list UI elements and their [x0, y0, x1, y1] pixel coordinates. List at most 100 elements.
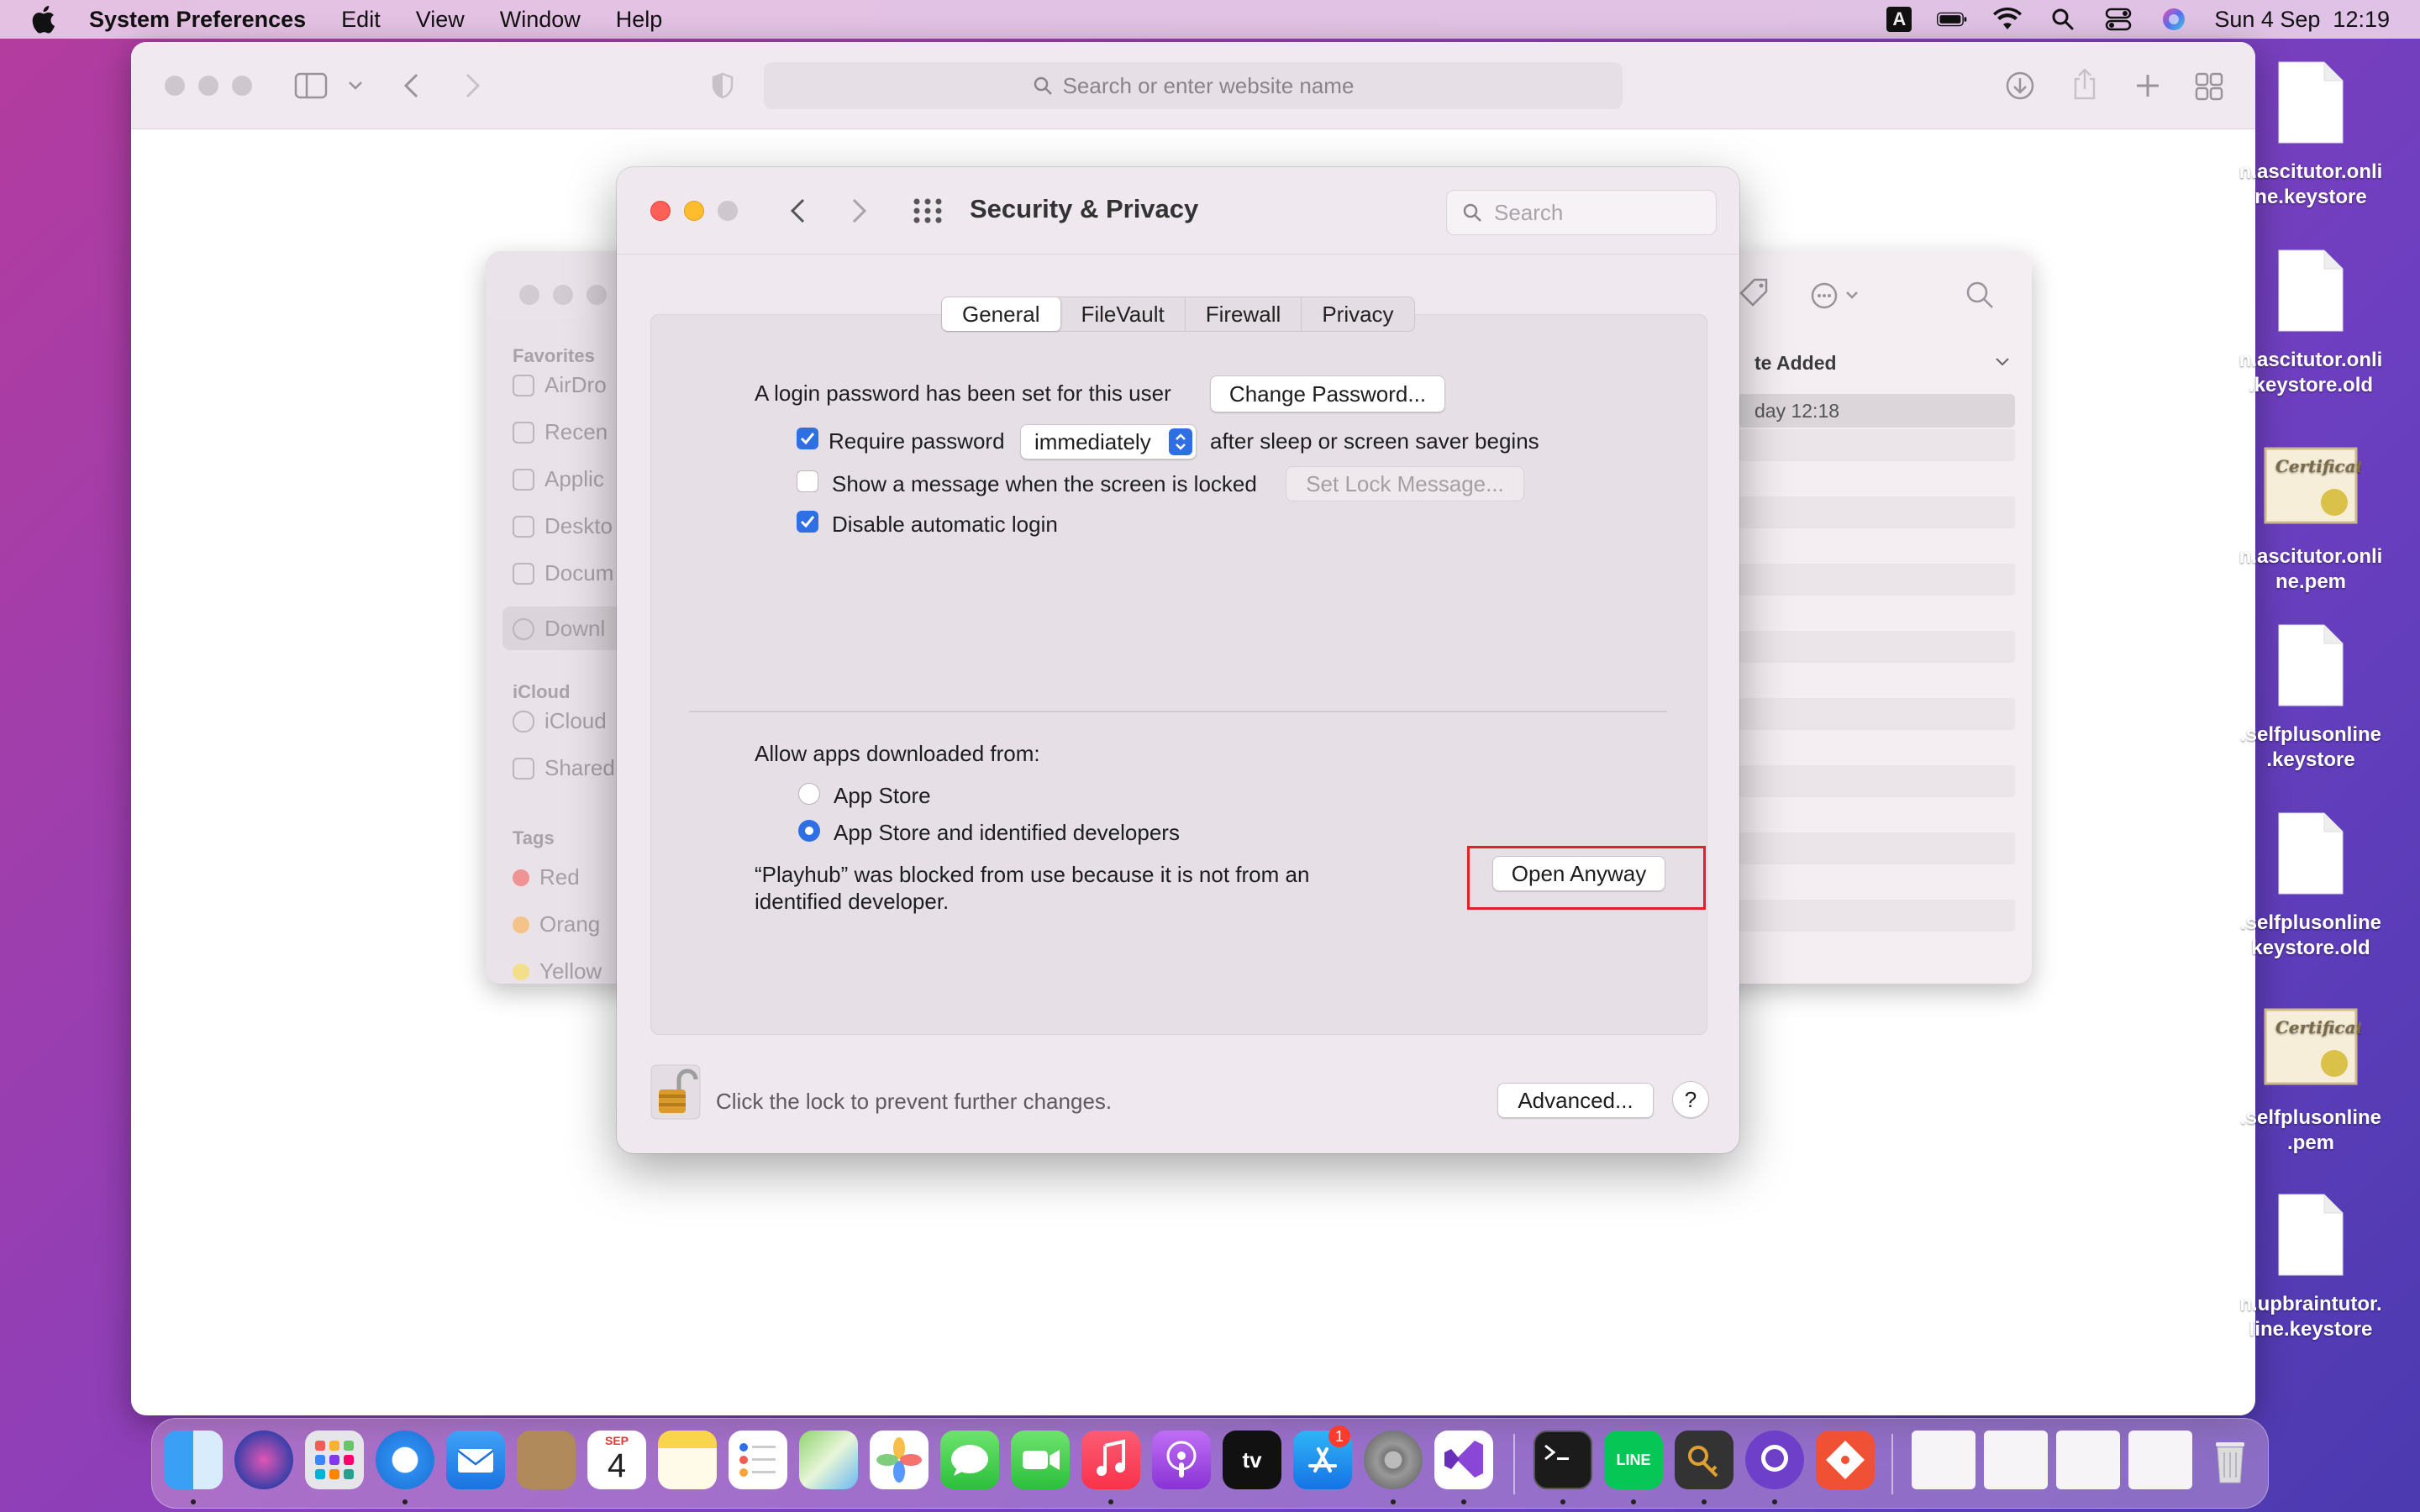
- table-row[interactable]: [1738, 832, 2015, 864]
- safari-dock-icon[interactable]: [376, 1431, 434, 1489]
- minimized-window-thumbnail[interactable]: [1984, 1431, 2048, 1489]
- battery-icon[interactable]: [1937, 7, 1967, 32]
- finder-item-recents[interactable]: Recen: [513, 419, 608, 445]
- finder-tag-yellow[interactable]: Yellow: [513, 958, 602, 984]
- finder-item-icloud-drive[interactable]: iCloud: [513, 708, 607, 734]
- apple-logo-icon[interactable]: [30, 5, 55, 34]
- finder-item-applications[interactable]: Applic: [513, 466, 604, 492]
- show-lock-message-checkbox[interactable]: [797, 470, 818, 492]
- forward-arrow-icon[interactable]: [850, 197, 869, 224]
- messages-dock-icon[interactable]: [940, 1431, 999, 1489]
- git-client-dock-icon[interactable]: [1816, 1431, 1875, 1489]
- more-actions-icon[interactable]: [1810, 281, 1864, 310]
- desktop-certificate-icon[interactable]: Certificate .selfplusonline .pem: [2235, 1005, 2386, 1156]
- siri-dock-icon[interactable]: [234, 1431, 293, 1489]
- disable-automatic-login-checkbox[interactable]: [797, 511, 818, 533]
- control-center-icon[interactable]: [2103, 7, 2133, 32]
- photos-dock-icon[interactable]: [870, 1431, 929, 1489]
- table-row[interactable]: [1738, 631, 2015, 663]
- privacy-shield-icon[interactable]: [711, 72, 734, 99]
- menu-view[interactable]: View: [416, 7, 465, 33]
- wifi-icon[interactable]: [1992, 7, 2023, 32]
- facetime-dock-icon[interactable]: [1011, 1431, 1070, 1489]
- table-row[interactable]: [1738, 765, 2015, 797]
- zoom-button[interactable]: [718, 201, 738, 221]
- tag-icon[interactable]: [1738, 276, 1771, 310]
- calendar-dock-icon[interactable]: SEP 4: [587, 1431, 646, 1489]
- tab-firewall[interactable]: Firewall: [1186, 297, 1302, 331]
- table-row[interactable]: [1738, 698, 2015, 730]
- desktop-file-icon[interactable]: .selfplusonline .keystore: [2235, 622, 2386, 773]
- desktop-file-icon[interactable]: n.ascitutor.onli .keystore.old: [2235, 247, 2386, 398]
- maps-dock-icon[interactable]: [799, 1431, 858, 1489]
- change-password-button[interactable]: Change Password...: [1210, 375, 1445, 412]
- contacts-dock-icon[interactable]: [517, 1431, 576, 1489]
- tab-filevault[interactable]: FileVault: [1061, 297, 1186, 331]
- finder-item-desktop[interactable]: Deskto: [513, 513, 613, 539]
- table-row[interactable]: [1738, 429, 2015, 461]
- finder-tag-orange[interactable]: Orang: [513, 911, 600, 937]
- safari-zoom-button[interactable]: [232, 76, 252, 96]
- finder-minimize-button[interactable]: [553, 285, 573, 305]
- line-dock-icon[interactable]: LINE: [1604, 1431, 1663, 1489]
- desktop-file-icon[interactable]: n.ascitutor.onli ne.keystore: [2235, 59, 2386, 210]
- table-row[interactable]: [1738, 496, 2015, 528]
- downloads-icon[interactable]: [2005, 71, 2035, 101]
- finder-item-shared[interactable]: Shared: [513, 755, 615, 781]
- finder-item-airdrop[interactable]: AirDro: [513, 372, 607, 398]
- menu-edit[interactable]: Edit: [341, 7, 381, 33]
- notes-dock-icon[interactable]: [658, 1431, 717, 1489]
- finder-tag-red[interactable]: Red: [513, 864, 580, 890]
- desktop-certificate-icon[interactable]: Certificate n.ascitutor.onli ne.pem: [2235, 444, 2386, 595]
- minimized-window-thumbnail[interactable]: [2128, 1431, 2192, 1489]
- app-name-menu[interactable]: System Preferences: [89, 7, 306, 33]
- radio-app-store[interactable]: [798, 783, 820, 805]
- menu-help[interactable]: Help: [616, 7, 663, 33]
- require-password-checkbox[interactable]: [797, 428, 818, 449]
- mail-dock-icon[interactable]: [446, 1431, 505, 1489]
- finder-dock-icon[interactable]: [164, 1431, 223, 1489]
- close-button[interactable]: [650, 201, 671, 221]
- require-password-delay-select[interactable]: immediately: [1020, 424, 1197, 459]
- system-preferences-dock-icon[interactable]: [1364, 1431, 1423, 1489]
- finder-zoom-button[interactable]: [587, 285, 607, 305]
- advanced-button[interactable]: Advanced...: [1497, 1083, 1654, 1118]
- minimized-window-thumbnail[interactable]: [2056, 1431, 2120, 1489]
- safari-minimize-button[interactable]: [198, 76, 218, 96]
- reminders-dock-icon[interactable]: [729, 1431, 787, 1489]
- show-all-grid-icon[interactable]: [913, 197, 943, 224]
- desktop-file-icon[interactable]: .selfplusonline keystore.old: [2235, 810, 2386, 961]
- prefs-search-field[interactable]: [1446, 190, 1717, 235]
- forward-arrow-icon[interactable]: [464, 72, 482, 99]
- minimized-window-thumbnail[interactable]: [1912, 1431, 1975, 1489]
- finder-item-downloads[interactable]: Downl: [513, 616, 605, 642]
- share-icon[interactable]: [2072, 67, 2097, 101]
- minimize-button[interactable]: [684, 201, 704, 221]
- chevron-down-icon[interactable]: [348, 81, 363, 91]
- help-button[interactable]: ?: [1672, 1081, 1709, 1118]
- music-dock-icon[interactable]: [1081, 1431, 1140, 1489]
- new-tab-icon[interactable]: [2134, 72, 2161, 99]
- siri-icon[interactable]: [2159, 7, 2189, 32]
- keychain-access-dock-icon[interactable]: [1675, 1431, 1733, 1489]
- visual-studio-dock-icon[interactable]: [1434, 1431, 1493, 1489]
- trash-dock-icon[interactable]: [2201, 1431, 2260, 1489]
- desktop-file-icon[interactable]: n.upbraintutor. line.keystore: [2235, 1191, 2386, 1342]
- radio-identified-developers[interactable]: [798, 820, 820, 842]
- back-arrow-icon[interactable]: [402, 72, 420, 99]
- table-row[interactable]: [1738, 564, 2015, 596]
- sidebar-toggle-icon[interactable]: [294, 72, 328, 99]
- back-arrow-icon[interactable]: [788, 197, 807, 224]
- menu-window[interactable]: Window: [500, 7, 581, 33]
- input-source-icon[interactable]: A: [1886, 7, 1912, 32]
- terminal-dock-icon[interactable]: [1534, 1431, 1592, 1489]
- tab-privacy[interactable]: Privacy: [1302, 297, 1413, 331]
- apple-tv-dock-icon[interactable]: tv: [1223, 1431, 1281, 1489]
- podcasts-dock-icon[interactable]: [1152, 1431, 1211, 1489]
- unlocked-padlock-icon[interactable]: [650, 1064, 701, 1120]
- menubar-clock[interactable]: Sun 4 Sep 12:19: [2214, 7, 2390, 33]
- tab-overview-icon[interactable]: [2195, 72, 2223, 101]
- search-input[interactable]: [1494, 199, 1696, 226]
- set-lock-message-button[interactable]: Set Lock Message...: [1286, 466, 1524, 501]
- sort-chevron-icon[interactable]: [1995, 357, 2010, 367]
